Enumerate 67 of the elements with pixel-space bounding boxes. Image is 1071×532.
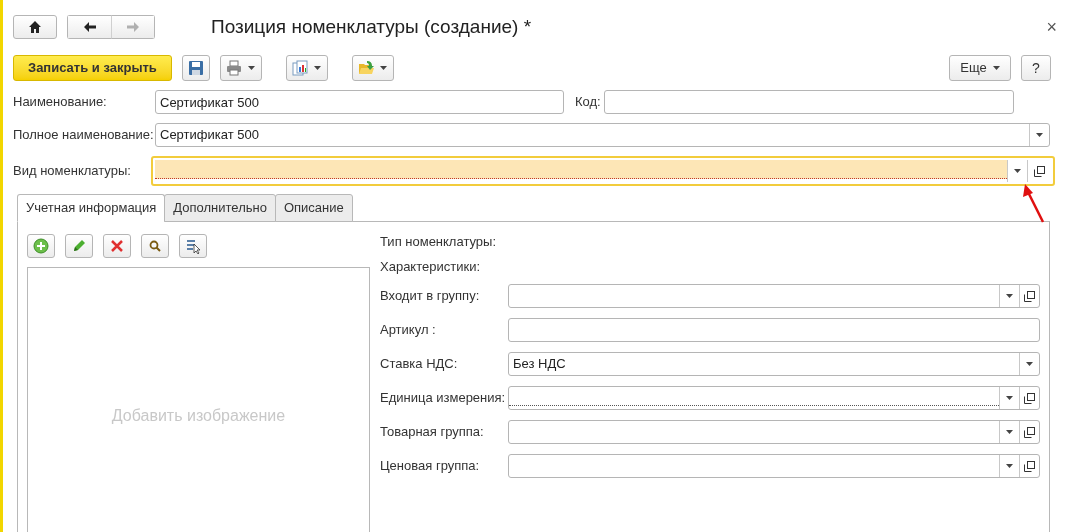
pencil-icon	[71, 238, 87, 254]
open-window-icon	[1024, 426, 1035, 438]
delete-button[interactable]	[103, 234, 131, 258]
tab[interactable]: Описание	[274, 194, 353, 222]
more-button[interactable]: Еще	[949, 55, 1011, 81]
input-field[interactable]	[604, 90, 1014, 114]
home-icon	[28, 20, 42, 34]
report-button[interactable]	[285, 55, 328, 81]
combo-field[interactable]	[151, 156, 1055, 186]
info-label: Тип номенклатуры:	[380, 234, 497, 249]
close-button[interactable]: ×	[1046, 18, 1057, 36]
caret-icon	[248, 66, 256, 70]
back-button[interactable]	[67, 15, 111, 39]
add-icon	[33, 238, 49, 254]
open-window-icon	[1024, 290, 1035, 302]
open-window-icon	[1024, 460, 1035, 472]
caret-icon	[1006, 464, 1013, 468]
caret-icon	[1006, 396, 1013, 400]
search-button[interactable]	[141, 234, 169, 258]
input-field[interactable]: Сертификат 500	[155, 90, 564, 114]
tab[interactable]: Дополнительно	[164, 194, 276, 222]
printer-icon	[226, 60, 243, 76]
tab[interactable]: Учетная информация	[17, 194, 166, 222]
arrow-left-icon	[82, 20, 97, 34]
combo-field[interactable]	[508, 284, 1040, 308]
list-pointer-icon	[185, 238, 201, 254]
field-label: Полное наименование:	[13, 126, 155, 145]
caret-icon	[1006, 294, 1013, 298]
folder-icon	[358, 60, 375, 76]
field-label: Код:	[575, 93, 602, 112]
combo-field[interactable]	[508, 420, 1040, 444]
field-label: Наименование:	[13, 93, 108, 112]
print-button[interactable]	[219, 55, 262, 81]
help-button[interactable]: ?	[1021, 55, 1051, 81]
save-button[interactable]	[181, 55, 210, 81]
save-and-close-button[interactable]: Записать и закрыть	[13, 55, 172, 81]
caret-icon	[314, 66, 322, 70]
input-field[interactable]	[508, 318, 1040, 342]
caret-icon	[380, 66, 388, 70]
search-icon	[147, 238, 163, 254]
field-label: Единица измерения:	[380, 389, 507, 408]
folder-button[interactable]	[351, 55, 394, 81]
home-button[interactable]	[13, 15, 57, 39]
field-label: Ценовая группа:	[380, 457, 481, 476]
delete-icon	[109, 238, 125, 254]
caret-icon	[1014, 169, 1021, 173]
open-window-icon	[1034, 165, 1045, 177]
window-title: Позиция номенклатуры (создание) *	[211, 14, 532, 39]
add-button[interactable]	[27, 234, 55, 258]
info-label: Характеристики:	[380, 259, 480, 274]
combo-field[interactable]	[508, 454, 1040, 478]
caret-icon	[1026, 362, 1033, 366]
arrow-right-icon	[126, 20, 140, 34]
caret-icon	[992, 66, 1000, 70]
field-label: Входит в группу:	[380, 287, 481, 306]
caret-icon	[1036, 133, 1043, 137]
field-label: Товарная группа:	[380, 423, 485, 442]
field-label: Артикул :	[380, 321, 437, 340]
field-label: Вид номенклатуры:	[13, 162, 132, 181]
open-window-icon	[1024, 392, 1035, 404]
field-label: Ставка НДС:	[380, 355, 459, 374]
pick-button[interactable]	[179, 234, 207, 258]
report-icon	[292, 60, 309, 76]
caret-icon	[1006, 430, 1013, 434]
input-field[interactable]	[155, 160, 1007, 179]
combo-field[interactable]	[508, 386, 1040, 410]
edit-button[interactable]	[65, 234, 93, 258]
